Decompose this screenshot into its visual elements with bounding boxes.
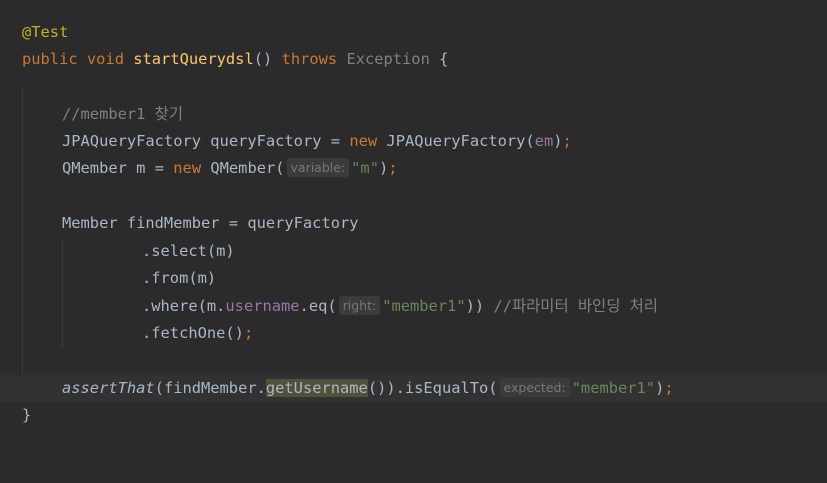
code-line-9[interactable]: .select(m)	[0, 238, 827, 265]
username-field: username	[225, 297, 300, 315]
fetchone-call: .fetchOne()	[142, 324, 244, 342]
parameter-hint: expected:	[499, 378, 570, 397]
string-literal: "member1"	[382, 297, 466, 315]
parameter-hint: right:	[338, 296, 381, 315]
code-line-14[interactable]: assertThat(findMember.getUsername()).isE…	[0, 375, 827, 402]
is-equal-to-call: ()).isEqualTo(	[367, 379, 498, 397]
code-line-5[interactable]: JPAQueryFactory queryFactory = new JPAQu…	[0, 128, 827, 155]
constructor-call: QMember(	[210, 159, 285, 177]
code-line-10[interactable]: .from(m)	[0, 265, 827, 292]
exception-type: Exception	[346, 50, 430, 68]
code-line-1[interactable]: @Test	[0, 19, 827, 46]
assert-argument: (findMember.	[154, 379, 266, 397]
code-line-8[interactable]: Member findMember = queryFactory	[0, 210, 827, 237]
close-paren: )	[553, 132, 563, 150]
code-line-6[interactable]: QMember m = new QMember(variable: "m");	[0, 155, 827, 182]
where-call: .where(m.	[142, 297, 226, 315]
constructor-call: JPAQueryFactory(	[386, 132, 535, 150]
assert-that-call: assertThat	[62, 379, 155, 397]
keyword-new: new	[173, 159, 202, 177]
code-line-12[interactable]: .fetchOne();	[0, 320, 827, 347]
close-parens: ))	[465, 297, 485, 315]
assign-operator: =	[330, 132, 341, 150]
close-paren: )	[655, 379, 665, 397]
semicolon: ;	[243, 324, 254, 342]
keyword-throws: throws	[281, 50, 338, 68]
keyword-new: new	[349, 132, 378, 150]
code-line-4[interactable]: //member1 찾기	[0, 101, 827, 128]
assign-operator: =	[154, 159, 164, 177]
semicolon: ;	[388, 159, 398, 177]
close-brace: }	[22, 406, 32, 424]
eq-call: .eq(	[299, 297, 337, 315]
select-call: .select(m)	[142, 242, 235, 260]
code-line-11[interactable]: .where(m.username.eq(right: "member1")) /…	[0, 293, 827, 320]
type-name: QMember	[62, 159, 127, 177]
keyword-public: public	[22, 50, 78, 68]
open-brace: {	[439, 50, 449, 68]
argument-em: em	[534, 132, 554, 150]
code-editor[interactable]: @Test public void startQuerydsl() throws…	[0, 0, 827, 448]
code-line-15[interactable]: }	[0, 402, 827, 429]
variable-name: queryFactory	[210, 132, 322, 150]
method-parens: ()	[253, 50, 273, 68]
variable-name: m	[136, 159, 146, 177]
comment-parameter-binding: //파라미터 바인딩 처리	[493, 297, 658, 315]
method-name: startQuerydsl	[133, 50, 254, 68]
from-call: .from(m)	[142, 269, 217, 287]
semicolon: ;	[664, 379, 674, 397]
string-literal: "member1"	[571, 379, 656, 397]
code-line-2[interactable]: public void startQuerydsl() throws Excep…	[0, 46, 827, 73]
comment-find-member: //member1 찾기	[62, 105, 183, 123]
get-username-highlight: getUsername	[265, 379, 368, 397]
keyword-void: void	[86, 50, 124, 68]
query-declaration: Member findMember = queryFactory	[62, 214, 359, 232]
type-name: JPAQueryFactory	[62, 132, 201, 150]
close-paren: )	[378, 159, 389, 177]
string-literal: "m"	[351, 159, 379, 177]
parameter-hint: variable:	[286, 158, 350, 177]
annotation-test: @Test	[22, 23, 69, 41]
semicolon: ;	[562, 132, 572, 150]
